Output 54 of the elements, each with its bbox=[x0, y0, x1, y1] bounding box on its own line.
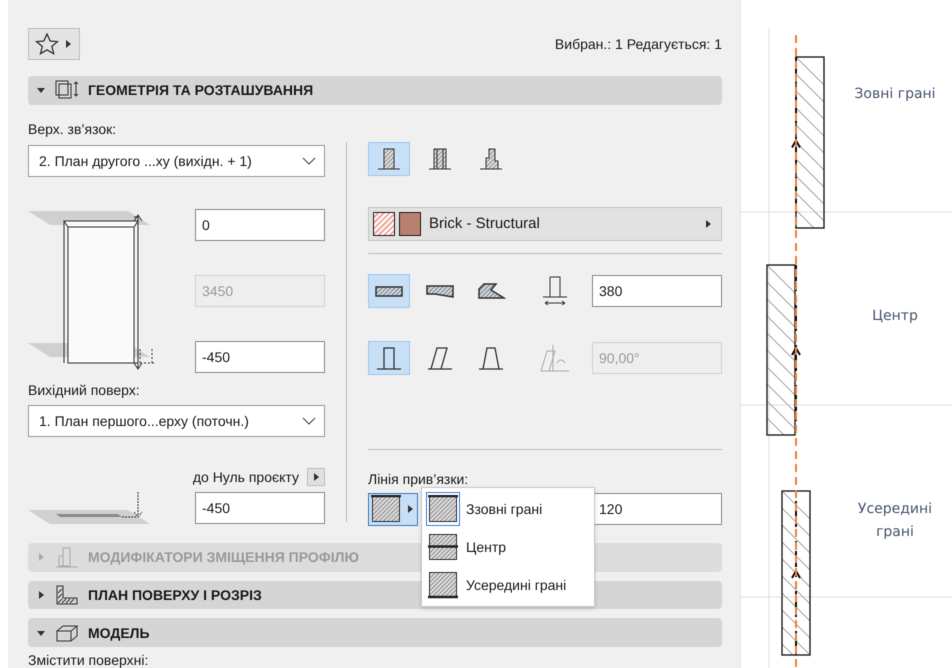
reference-level-label: до Нуль проєкту bbox=[192, 468, 299, 485]
slanted-wall-icon bbox=[425, 344, 455, 371]
section-header[interactable]: МОДЕЛЬ bbox=[28, 618, 722, 647]
thickness-field[interactable]: 380 bbox=[592, 274, 722, 307]
level-menu-button[interactable] bbox=[307, 468, 325, 486]
chevron-icon bbox=[302, 156, 316, 165]
star-icon bbox=[35, 33, 59, 55]
caret-icon bbox=[36, 590, 46, 600]
material-button[interactable]: Brick - Structural bbox=[368, 206, 722, 241]
thickness-icon bbox=[541, 274, 569, 307]
offset-field[interactable]: -450 bbox=[195, 340, 325, 373]
outer-face-icon bbox=[428, 494, 458, 523]
layered-wall-icon bbox=[426, 146, 454, 172]
selection-status: Вибран.: 1 Редагується: 1 bbox=[554, 36, 722, 52]
straight-wall-icon bbox=[374, 344, 404, 371]
diagram-label: Усередині грані bbox=[856, 500, 934, 542]
geometry-icon bbox=[54, 79, 80, 102]
caret-icon bbox=[703, 218, 713, 229]
home-story-dropdown[interactable]: 1. План першого...ерху (поточн.) bbox=[28, 404, 325, 437]
section-header[interactable]: ГЕОМЕТРІЯ ТА РОЗТАШУВАННЯ bbox=[28, 76, 722, 105]
hatched-plan-icon bbox=[54, 584, 80, 606]
diagram-label: Зовні грані bbox=[853, 85, 937, 104]
top-link-dropdown[interactable]: 2. План другого ...ху (вихідн. + 1) bbox=[28, 144, 325, 177]
tapered-wall-icon bbox=[476, 344, 506, 371]
structure-option[interactable] bbox=[368, 142, 410, 176]
caret-icon bbox=[36, 85, 46, 96]
profile-option[interactable] bbox=[368, 274, 410, 308]
caret-icon bbox=[311, 472, 321, 482]
slant-option[interactable] bbox=[368, 340, 410, 375]
offset-field[interactable]: 0 bbox=[195, 208, 325, 241]
cut-fill-swatch bbox=[373, 212, 395, 236]
profile-wall-icon bbox=[477, 146, 505, 172]
reference-offset-field[interactable]: 120 bbox=[592, 493, 722, 526]
diagram-label: Центр bbox=[871, 307, 919, 326]
reference-line-dropdown[interactable] bbox=[368, 492, 418, 526]
chevron-icon bbox=[302, 416, 316, 425]
outer-face-icon bbox=[371, 495, 401, 524]
wall-icon bbox=[375, 146, 403, 172]
surface-swatch bbox=[399, 212, 421, 236]
polygon-profile-icon bbox=[476, 280, 506, 301]
menu-item[interactable]: Ззовні грані bbox=[422, 490, 594, 528]
offset-surfaces-label: Змістити поверхні: bbox=[28, 652, 150, 668]
base-offset-field[interactable]: -450 bbox=[195, 492, 325, 524]
angle-icon bbox=[539, 342, 571, 373]
inner-face-icon bbox=[428, 570, 458, 599]
caret-icon bbox=[36, 552, 46, 562]
caret-icon bbox=[63, 39, 73, 49]
top-link-label: Верх. зв’язок: bbox=[28, 120, 118, 137]
column-icon bbox=[54, 546, 80, 568]
trapezoid-profile-icon bbox=[425, 282, 455, 299]
favorites-button[interactable] bbox=[28, 28, 80, 60]
reference-line-label: Лінія прив’язки: bbox=[368, 470, 470, 487]
caret-icon bbox=[405, 504, 415, 514]
home-story-label: Вихідний поверх: bbox=[28, 382, 141, 398]
